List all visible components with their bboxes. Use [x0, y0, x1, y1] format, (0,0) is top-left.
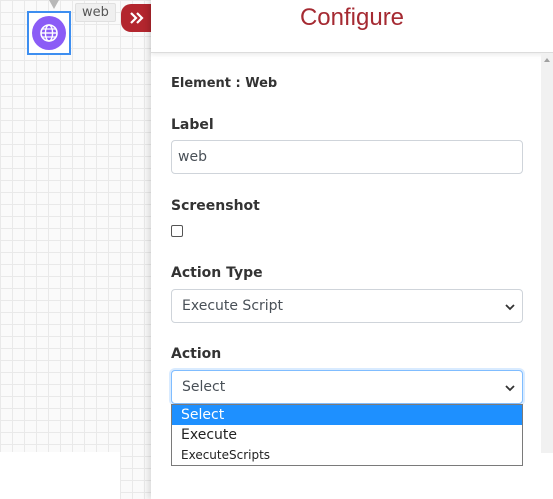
- globe-icon: [32, 16, 66, 50]
- action-select[interactable]: Select: [171, 370, 523, 404]
- dropdown-option-select[interactable]: Select: [172, 405, 522, 425]
- action-dropdown-list: Select Execute ExecuteScripts: [171, 404, 523, 466]
- web-node[interactable]: [27, 11, 71, 55]
- collapse-panel-button[interactable]: [121, 4, 151, 32]
- action-type-value: Execute Script: [182, 298, 284, 314]
- label-input[interactable]: [171, 140, 523, 174]
- screenshot-checkbox[interactable]: [171, 225, 183, 237]
- action-type-select[interactable]: Execute Script: [171, 289, 523, 323]
- label-field-label: Label: [171, 117, 214, 133]
- double-chevron-right-icon: [130, 12, 144, 24]
- connector-arrow: [49, 0, 59, 9]
- chevron-down-icon: [505, 385, 515, 392]
- chevron-down-icon: [505, 304, 515, 311]
- node-label: web: [75, 3, 116, 22]
- action-select-value: Select: [182, 379, 226, 395]
- panel-title: Configure: [299, 4, 405, 31]
- configure-panel: Configure Element : Web Label Screenshot…: [151, 0, 553, 499]
- panel-body: Element : Web Label Screenshot Action Ty…: [151, 53, 541, 499]
- dropdown-option-executescripts[interactable]: ExecuteScripts: [172, 445, 522, 465]
- panel-header: Configure: [151, 0, 553, 53]
- workflow-canvas[interactable]: web: [0, 0, 160, 499]
- action-field-label: Action: [171, 346, 222, 362]
- element-type-label: Element : Web: [171, 76, 278, 91]
- canvas-blank-area: [0, 452, 120, 499]
- action-type-field-label: Action Type: [171, 265, 263, 281]
- scroll-up-icon[interactable]: [544, 58, 550, 62]
- dropdown-option-execute[interactable]: Execute: [172, 425, 522, 445]
- panel-scrollbar[interactable]: [541, 53, 553, 453]
- screenshot-field-label: Screenshot: [171, 198, 260, 214]
